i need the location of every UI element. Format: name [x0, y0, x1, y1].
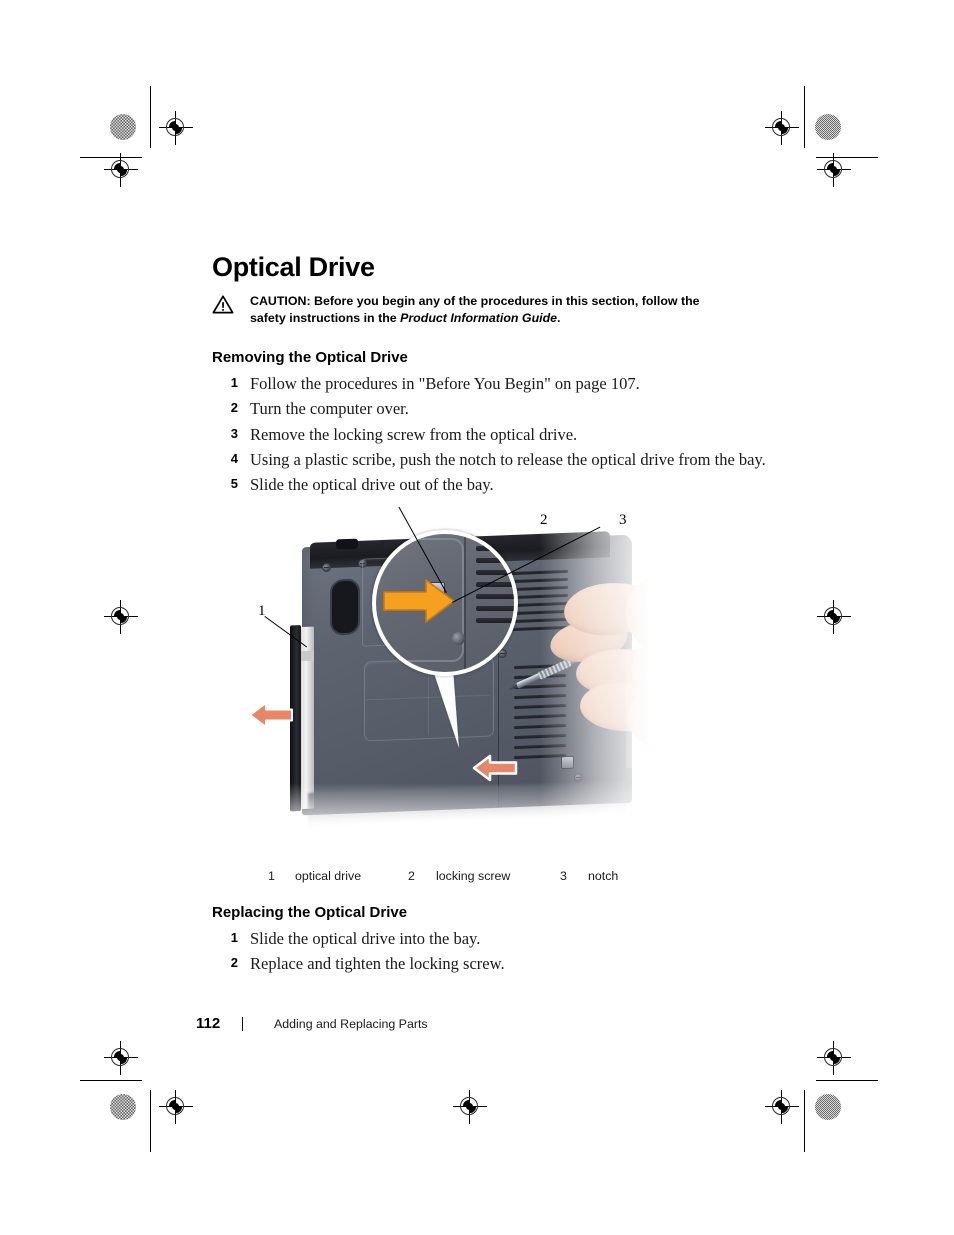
heading-replacing-optical-drive: Replacing the Optical Drive [212, 904, 408, 921]
legend-number-1: 1 [268, 869, 275, 883]
step-number: 5 [230, 476, 238, 492]
legend-label-3: notch [588, 869, 619, 883]
document-page: Optical Drive CAUTION: Before you begin … [0, 0, 954, 1235]
callout-number-1: 1 [258, 603, 266, 619]
step-number: 2 [230, 955, 238, 971]
arrow-right-slide-icon [383, 579, 455, 623]
magnifier-callout [372, 530, 518, 751]
caution-italic-reference: Product Information Guide [400, 310, 558, 325]
step-number: 1 [230, 375, 238, 390]
notch-release-latch [561, 755, 574, 770]
laptop-hinge-left [336, 538, 358, 550]
step-text: Slide the optical drive into the bay. [250, 929, 481, 948]
hand-holding-scribe [540, 553, 736, 768]
step-text: Follow the procedures in "Before You Beg… [250, 374, 640, 393]
caution-text-after: . [557, 310, 561, 325]
legend-number-2: 2 [408, 869, 415, 883]
step-text: Using a plastic scribe, push the notch t… [250, 449, 766, 469]
caution-label: CAUTION: [250, 294, 311, 308]
callout-number-3: 3 [619, 512, 627, 528]
step-number: 4 [230, 450, 238, 466]
page-title: Optical Drive [212, 252, 375, 282]
footer-page-number: 112 [196, 1015, 221, 1032]
step-number: 3 [230, 425, 238, 441]
callout-number-2: 2 [540, 512, 548, 528]
step-text: Slide the optical drive out of the bay. [250, 475, 494, 495]
page-content: Optical Drive CAUTION: Before you begin … [0, 0, 954, 1235]
legend-label-2: locking screw [436, 869, 511, 883]
laptop-port-oval [330, 578, 360, 636]
footer-section-title: Adding and Replacing Parts [274, 1017, 428, 1031]
arrow-left-notch-push-icon [472, 754, 518, 782]
magnifier-lens [372, 530, 518, 676]
page-footer: 112 Adding and Replacing Parts [196, 1015, 596, 1035]
warning-triangle-icon [212, 295, 234, 314]
step-number: 2 [230, 400, 238, 416]
step-text: Remove the locking screw from the optica… [250, 424, 578, 444]
figure-optical-drive-removal: 1 2 3 [240, 506, 736, 858]
legend-number-3: 3 [560, 869, 567, 883]
caution-text: CAUTION: Before you begin any of the pro… [250, 293, 712, 326]
arrow-left-drive-removal-icon [249, 702, 293, 728]
legend-label-1: optical drive [295, 869, 362, 883]
step-text: Turn the computer over. [250, 399, 409, 419]
footer-separator [242, 1017, 243, 1031]
heading-removing-optical-drive: Removing the Optical Drive [212, 349, 408, 366]
step-number: 1 [230, 930, 238, 945]
step-text: Replace and tighten the locking screw. [250, 954, 505, 974]
